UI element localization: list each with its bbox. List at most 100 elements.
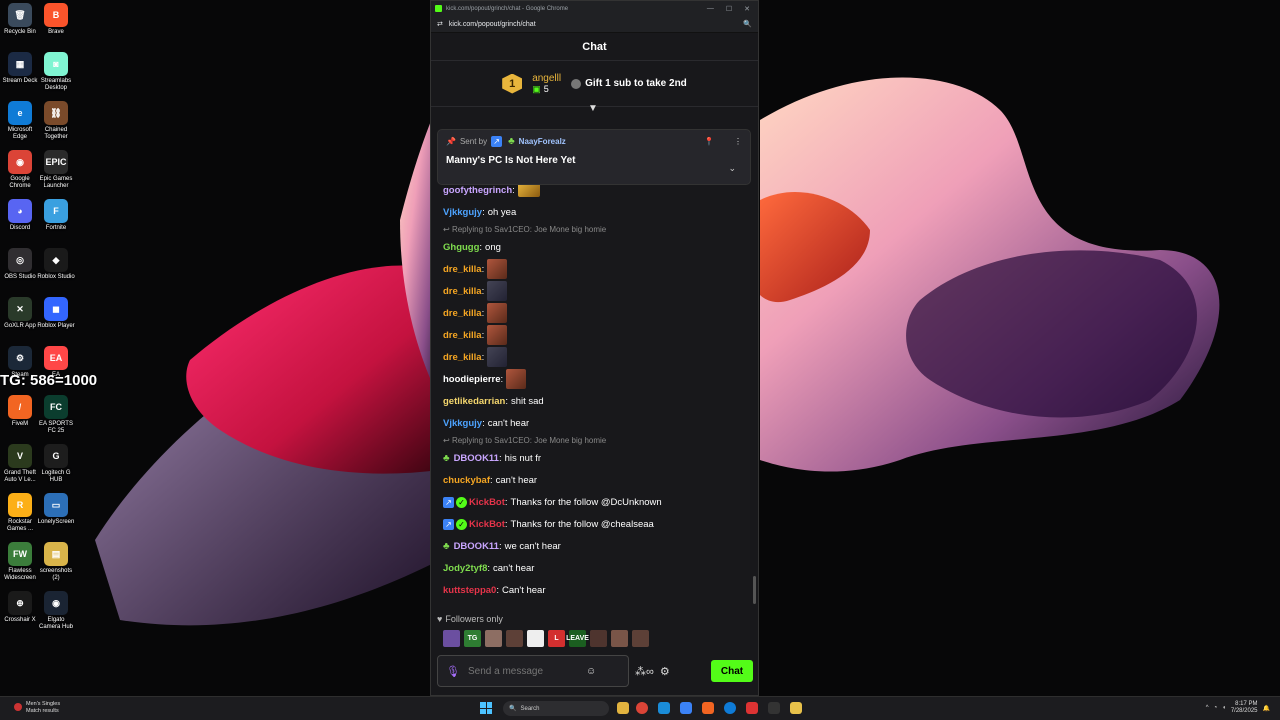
desktop-icon[interactable]: R Rockstar Games ...: [0, 493, 40, 533]
chat-username[interactable]: Jody2tyf8: [443, 562, 487, 575]
chat-username[interactable]: dre_killa: [443, 351, 482, 364]
desktop-icon[interactable]: F Fortnite: [36, 199, 76, 232]
chat-username[interactable]: goofythegrinch: [443, 184, 512, 197]
desktop-icon[interactable]: B Brave: [36, 3, 76, 36]
desktop-icon[interactable]: ▦ Stream Deck: [0, 52, 40, 85]
close-icon[interactable]: ✕: [744, 5, 750, 13]
chat-username[interactable]: hoodiepierre: [443, 373, 501, 386]
teams-taskbar-icon[interactable]: [680, 702, 692, 714]
desktop-icon[interactable]: G Logitech G HUB: [36, 444, 76, 484]
quick-emote[interactable]: [506, 630, 523, 647]
chat-message[interactable]: ♣ DBOOK11: we can't hear: [443, 535, 753, 557]
chat-message[interactable]: dre_killa:: [443, 346, 753, 368]
desktop-icon[interactable]: V Grand Theft Auto V Le...: [0, 444, 40, 484]
microphone-icon[interactable]: 🎙: [446, 665, 460, 678]
gift-sub-prompt[interactable]: Gift 1 sub to take 2nd: [571, 78, 687, 89]
chat-username[interactable]: Vjkkgujy: [443, 417, 482, 430]
emote[interactable]: [487, 303, 508, 323]
chrome-taskbar-icon[interactable]: [636, 702, 648, 714]
notes-taskbar-icon[interactable]: [790, 702, 802, 714]
chat-message[interactable]: ♣ DBOOK11: his nut fr: [443, 447, 753, 469]
brave-taskbar-icon[interactable]: [746, 702, 758, 714]
taskbar-search[interactable]: 🔍 Search: [503, 701, 609, 716]
emote[interactable]: [506, 369, 527, 389]
chat-message[interactable]: Vjkkgujy: oh yea: [443, 201, 753, 223]
outlook-taskbar-icon[interactable]: [658, 702, 670, 714]
quick-emote[interactable]: [611, 630, 628, 647]
more-options-icon[interactable]: ⋮: [734, 137, 742, 146]
emote[interactable]: [487, 281, 508, 301]
quick-emote[interactable]: [527, 630, 544, 647]
windows-start-icon[interactable]: [480, 702, 492, 714]
chat-message[interactable]: ↗ ✓ KickBot: Thanks for the follow @chealse…: [443, 513, 753, 535]
quick-emote[interactable]: L: [548, 630, 565, 647]
desktop-icon[interactable]: ◼ Roblox Player: [36, 297, 76, 330]
emote[interactable]: [487, 325, 508, 345]
desktop-icon[interactable]: ◉ Elgato Camera Hub: [36, 591, 76, 631]
leader-name[interactable]: angelll: [532, 73, 561, 84]
chat-username[interactable]: dre_killa: [443, 307, 482, 320]
desktop-icon[interactable]: ✕ GoXLR App: [0, 297, 40, 330]
reply-context[interactable]: ↩ Replying to Sav1CEO: Joe Mone big homi…: [443, 223, 753, 236]
desktop-icon[interactable]: ◆ Roblox Studio: [36, 248, 76, 281]
pinned-message[interactable]: 📌 Sent by ↗ ♣ NaayForealz 📍 ⋮ Manny's PC…: [437, 129, 751, 185]
chat-message[interactable]: Ghgugg: ong: [443, 236, 753, 258]
quick-emote[interactable]: [632, 630, 649, 647]
terminal-taskbar-icon[interactable]: [768, 702, 780, 714]
desktop-icon[interactable]: FW Flawless Widescreen: [0, 542, 40, 582]
desktop-icon[interactable]: ▭ LonelyScreen: [36, 493, 76, 526]
chat-username[interactable]: dre_killa: [443, 285, 482, 298]
desktop-icon[interactable]: ⊕ Crosshair X: [0, 591, 40, 624]
chat-username[interactable]: Ghgugg: [443, 241, 479, 254]
chat-message[interactable]: dre_killa:: [443, 302, 753, 324]
desktop-icon[interactable]: e Microsoft Edge: [0, 101, 40, 141]
desktop-icon[interactable]: ◎ OBS Studio: [0, 248, 40, 281]
chat-username[interactable]: kuttsteppa0: [443, 584, 496, 597]
emote[interactable]: [487, 259, 508, 279]
window-titlebar[interactable]: kick.com/popout/grinch/chat - Google Chr…: [431, 1, 758, 16]
chat-message[interactable]: kuttsteppa0: Can't hear: [443, 579, 753, 601]
chat-message[interactable]: Vjkkgujy: can't hear: [443, 412, 753, 434]
quick-emote[interactable]: [590, 630, 607, 647]
unpin-icon[interactable]: 📍: [704, 137, 714, 146]
chat-message[interactable]: dre_killa:: [443, 258, 753, 280]
site-info-icon[interactable]: ⇄: [437, 20, 443, 28]
emoji-icon[interactable]: ☺: [586, 666, 596, 677]
collapse-leaderboard-icon[interactable]: ▼: [588, 103, 598, 114]
chat-username[interactable]: getlikedarrian: [443, 395, 505, 408]
quick-emote[interactable]: TG: [464, 630, 481, 647]
quick-emote[interactable]: [485, 630, 502, 647]
desktop-icon[interactable]: 🗑 Recycle Bin: [0, 3, 40, 36]
channel-points-icon[interactable]: ⁂∞: [635, 665, 654, 678]
chat-message[interactable]: Jody2tyf8: can't hear: [443, 557, 753, 579]
quick-emote[interactable]: [443, 630, 460, 647]
chat-username[interactable]: KickBot: [469, 518, 505, 531]
clock[interactable]: 8:17 PM 7/28/2025: [1231, 701, 1258, 715]
desktop-icon[interactable]: ◕ Discord: [0, 199, 40, 232]
chevron-down-icon[interactable]: ⌄: [728, 163, 736, 174]
send-chat-button[interactable]: Chat: [711, 660, 753, 682]
chat-message[interactable]: chuckybaf: can't hear: [443, 469, 753, 491]
address-bar[interactable]: ⇄ kick.com/popout/grinch/chat 🔍: [431, 16, 758, 33]
chat-username[interactable]: dre_killa: [443, 329, 482, 342]
desktop-icon[interactable]: EPIC Epic Games Launcher: [36, 150, 76, 190]
gear-icon[interactable]: ⚙: [660, 665, 670, 678]
chat-message[interactable]: getlikedarrian: shit sad: [443, 390, 753, 412]
news-widget[interactable]: Men's Singles Match results: [14, 701, 60, 715]
reply-context[interactable]: ↩ Replying to Sav1CEO: Joe Mone big homi…: [443, 434, 753, 447]
chat-input-box[interactable]: 🎙 ☺: [437, 655, 629, 687]
quick-emote[interactable]: LEAVE: [566, 630, 589, 647]
chat-username[interactable]: KickBot: [469, 496, 505, 509]
maximize-icon[interactable]: ☐: [726, 5, 732, 13]
notification-bell-icon[interactable]: 🔔: [1263, 705, 1270, 712]
emote[interactable]: [517, 183, 540, 197]
tray-chevron-icon[interactable]: ^: [1206, 705, 1209, 711]
chat-username[interactable]: dre_killa: [443, 263, 482, 276]
chat-username[interactable]: DBOOK11: [454, 540, 499, 553]
chat-message[interactable]: ↗ ✓ KickBot: Thanks for the follow @DcUnkno…: [443, 491, 753, 513]
desktop-icon[interactable]: ▤ screenshots (2): [36, 542, 76, 582]
volume-icon[interactable]: ◖: [1222, 705, 1226, 711]
zoom-search-icon[interactable]: 🔍: [743, 20, 752, 28]
pinned-sender[interactable]: NaayForealz: [519, 137, 566, 146]
desktop-icon[interactable]: FC EA SPORTS FC 25: [36, 395, 76, 435]
